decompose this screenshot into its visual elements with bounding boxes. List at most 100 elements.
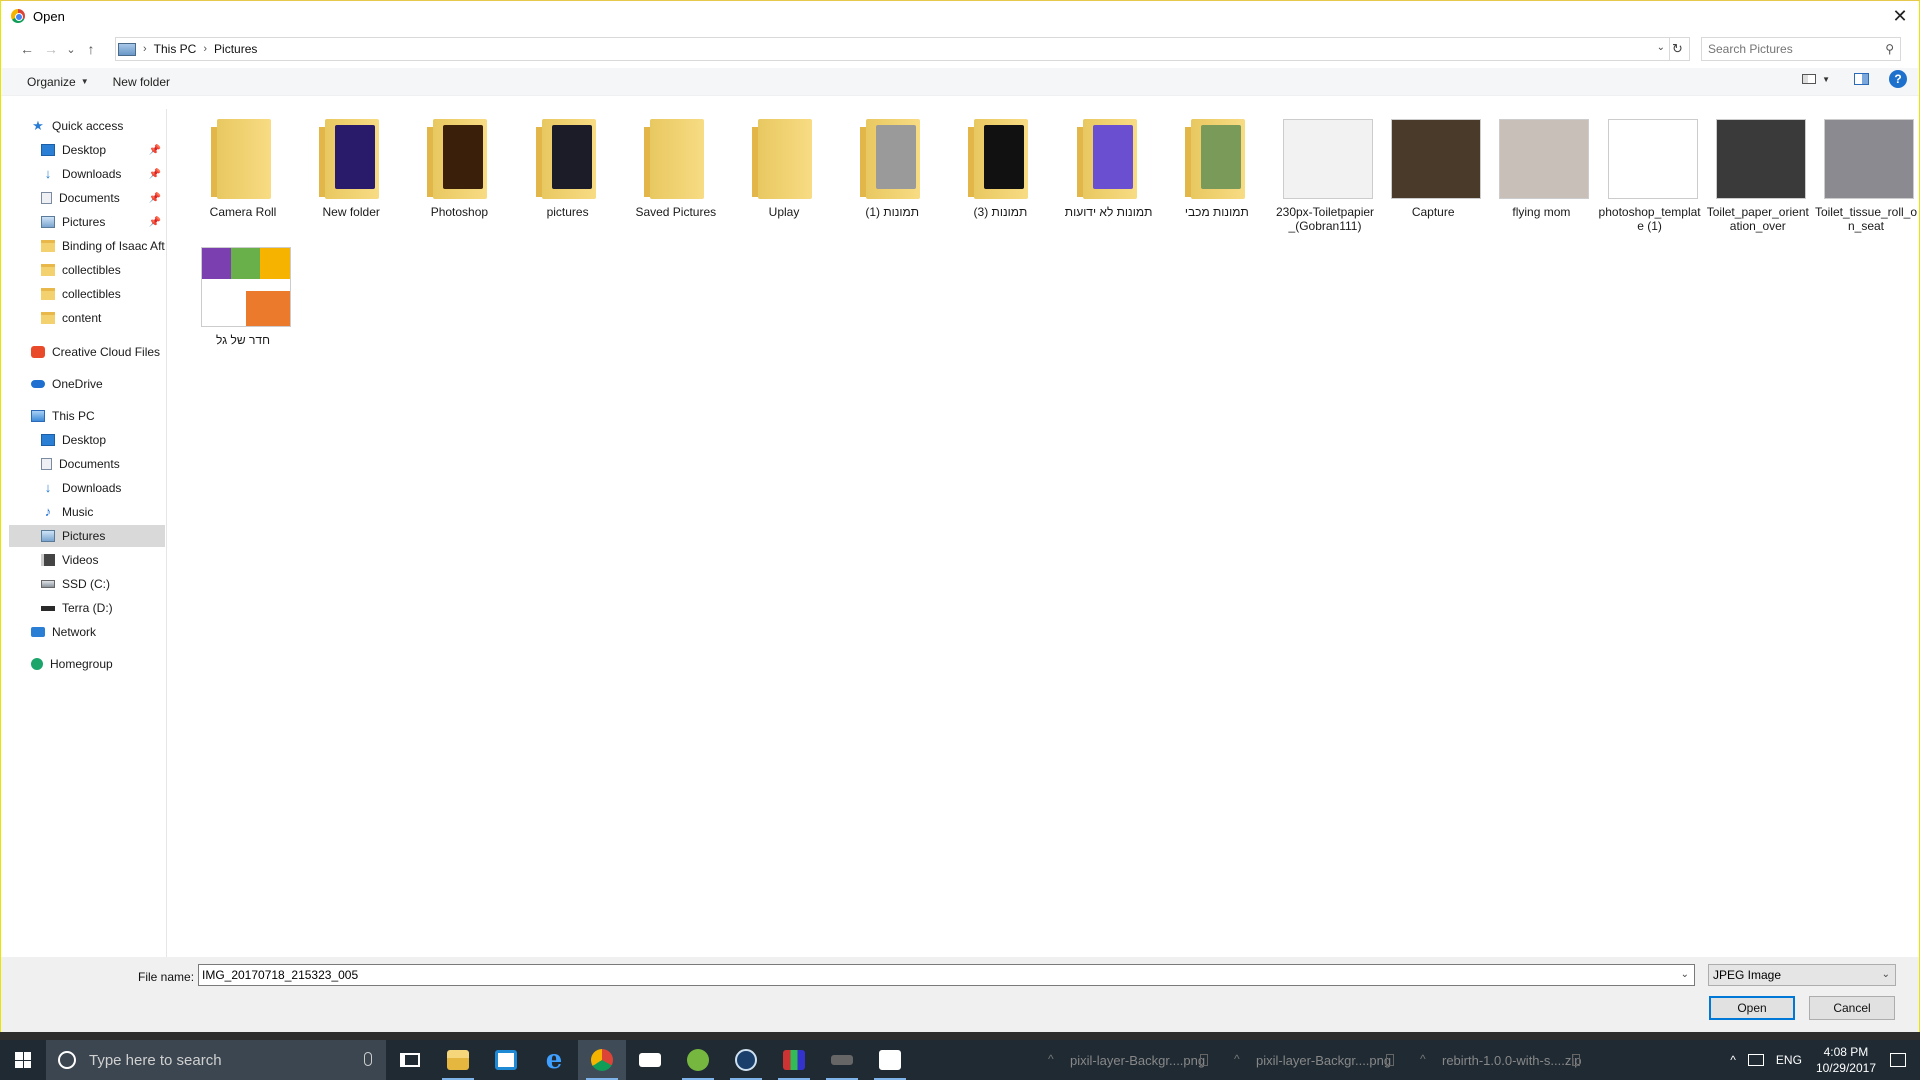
nav-pc-item-5[interactable]: Videos — [9, 549, 165, 571]
folder-item[interactable]: Uplay — [732, 105, 836, 219]
folder-item[interactable]: Photoshop — [407, 105, 511, 219]
nav-pc-item-3[interactable]: ♪ Music — [9, 501, 165, 523]
download-item[interactable]: pixil-layer-Backgr....png — [1220, 1040, 1406, 1080]
microphone-icon[interactable] — [364, 1052, 372, 1066]
file-type-select[interactable]: JPEG Image ⌄ — [1708, 964, 1896, 986]
file-name-field[interactable]: ⌄ — [198, 964, 1695, 986]
language-indicator[interactable]: ENG — [1776, 1053, 1802, 1067]
image-item[interactable]: Capture — [1381, 105, 1485, 219]
image-item[interactable]: חדר של גל — [191, 233, 295, 347]
download-file-icon — [1572, 1054, 1580, 1066]
refresh-icon[interactable]: ↻ — [1666, 37, 1690, 61]
new-folder-button[interactable]: New folder — [105, 70, 178, 94]
image-item[interactable]: Toilet_tissue_roll_on_seat — [1814, 105, 1918, 233]
breadcrumb-this-pc[interactable]: This PC — [154, 42, 197, 56]
nav-pc-item-6[interactable]: SSD (C:) — [9, 573, 165, 595]
nav-qa-item-1[interactable]: ↓ Downloads 📌 — [9, 163, 165, 185]
taskbar-tool[interactable] — [818, 1040, 866, 1080]
steam-icon — [735, 1049, 757, 1071]
folder-item[interactable]: תמונות (3) — [948, 105, 1052, 219]
nav-qa-item-7[interactable]: content — [9, 307, 165, 329]
address-bar[interactable]: › This PC › Pictures ⌄ — [115, 37, 1670, 61]
nav-network[interactable]: Network — [9, 621, 165, 643]
task-view-button[interactable] — [386, 1040, 434, 1080]
nav-qa-item-4[interactable]: Binding of Isaac Aft — [9, 235, 165, 257]
nav-pc-item-4[interactable]: Pictures — [9, 525, 165, 547]
organize-button[interactable]: Organize ▼ — [19, 70, 97, 94]
star-icon: ★ — [32, 118, 44, 133]
back-button[interactable]: ← — [15, 37, 39, 61]
nav-pc-item-0[interactable]: Desktop — [9, 429, 165, 451]
file-name-area: File name: ⌄ JPEG Image ⌄ Open Cancel — [1, 957, 1919, 1037]
folder-item[interactable]: תמונות מכבי — [1165, 105, 1269, 219]
search-icon[interactable]: ⚲ — [1885, 42, 1894, 56]
folder-item[interactable]: תמונות (1) — [840, 105, 944, 219]
file-name-dropdown-icon[interactable]: ⌄ — [1681, 969, 1689, 980]
close-button[interactable]: ✕ — [1889, 5, 1911, 27]
forward-button[interactable]: → — [39, 37, 63, 61]
folder-item[interactable]: Saved Pictures — [624, 105, 728, 219]
folder-item[interactable]: תמונות לא ידועות — [1057, 105, 1161, 219]
cancel-button[interactable]: Cancel — [1809, 996, 1895, 1020]
taskbar-utorrent[interactable] — [674, 1040, 722, 1080]
file-name-input[interactable] — [202, 968, 1662, 982]
taskbar-store[interactable] — [482, 1040, 530, 1080]
taskbar-photos[interactable] — [866, 1040, 914, 1080]
nav-qa-item-2[interactable]: Documents 📌 — [9, 187, 165, 209]
image-item[interactable]: photoshop_template (1) — [1598, 105, 1702, 233]
nav-quick-access[interactable]: ★ Quick access — [9, 115, 165, 137]
tool-icon — [831, 1055, 853, 1065]
nav-pc-item-1[interactable]: Documents — [9, 453, 165, 475]
nav-pc-item-7[interactable]: Terra (D:) — [9, 597, 165, 619]
pin-icon[interactable]: 📌 — [149, 145, 161, 156]
folder-item[interactable]: pictures — [516, 105, 620, 219]
taskbar-file-explorer[interactable] — [434, 1040, 482, 1080]
image-item[interactable]: Toilet_paper_orientation_over — [1706, 105, 1810, 233]
start-button[interactable] — [0, 1040, 46, 1080]
taskbar-game[interactable] — [770, 1040, 818, 1080]
search-input[interactable] — [1708, 42, 1878, 56]
nav-pc-item-2[interactable]: ↓ Downloads — [9, 477, 165, 499]
address-dropdown-icon[interactable]: ⌄ — [1657, 42, 1665, 53]
breadcrumb-separator: › — [143, 43, 147, 55]
open-button[interactable]: Open — [1709, 996, 1795, 1020]
clock[interactable]: 4:08 PM 10/29/2017 — [1816, 1044, 1876, 1076]
image-item[interactable]: flying mom — [1489, 105, 1593, 219]
pin-icon[interactable]: 📌 — [149, 217, 161, 228]
taskbar-search[interactable]: Type here to search — [46, 1040, 386, 1080]
taskbar-edge[interactable]: e — [530, 1040, 578, 1080]
item-label: Toilet_tissue_roll_on_seat — [1814, 205, 1918, 233]
action-center-icon[interactable] — [1890, 1053, 1906, 1067]
nav-this-pc[interactable]: This PC — [9, 405, 165, 427]
help-icon[interactable]: ? — [1889, 70, 1907, 88]
image-item[interactable]: 230px-Toiletpapier_(Gobran111) — [1273, 105, 1377, 233]
item-label: New folder — [322, 205, 380, 219]
nav-creative-cloud[interactable]: Creative Cloud Files — [9, 341, 165, 363]
nav-qa-item-5[interactable]: collectibles — [9, 259, 165, 281]
recent-locations-button[interactable]: ⌄ — [63, 37, 79, 61]
image-thumbnail — [1493, 105, 1590, 201]
nav-qa-item-3[interactable]: Pictures 📌 — [9, 211, 165, 233]
up-button[interactable]: ↑ — [79, 37, 103, 61]
change-view-icon[interactable] — [1802, 74, 1817, 84]
download-item[interactable]: pixil-layer-Backgr....png — [1034, 1040, 1220, 1080]
breadcrumb-pictures[interactable]: Pictures — [214, 42, 257, 56]
taskbar-mail[interactable] — [626, 1040, 674, 1080]
show-hidden-icons-button[interactable]: ^ — [1730, 1053, 1736, 1067]
search-box[interactable]: ⚲ — [1701, 37, 1901, 61]
nav-qa-item-0[interactable]: Desktop 📌 — [9, 139, 165, 161]
taskbar-steam[interactable] — [722, 1040, 770, 1080]
nav-onedrive[interactable]: OneDrive — [9, 373, 165, 395]
download-item[interactable]: rebirth-1.0.0-with-s....zip — [1406, 1040, 1592, 1080]
pin-icon[interactable]: 📌 — [149, 169, 161, 180]
taskbar-chrome[interactable] — [578, 1040, 626, 1080]
folder-item[interactable]: Camera Roll — [191, 105, 295, 219]
preview-pane-icon[interactable] — [1854, 73, 1869, 85]
nav-homegroup[interactable]: Homegroup — [9, 653, 165, 675]
network-icon[interactable] — [1747, 1054, 1764, 1066]
folder-item[interactable]: New folder — [299, 105, 403, 219]
creative-cloud-icon — [31, 346, 45, 358]
pin-icon[interactable]: 📌 — [149, 193, 161, 204]
nav-qa-item-6[interactable]: collectibles — [9, 283, 165, 305]
view-options-chevron-icon[interactable]: ▼ — [1822, 75, 1830, 84]
